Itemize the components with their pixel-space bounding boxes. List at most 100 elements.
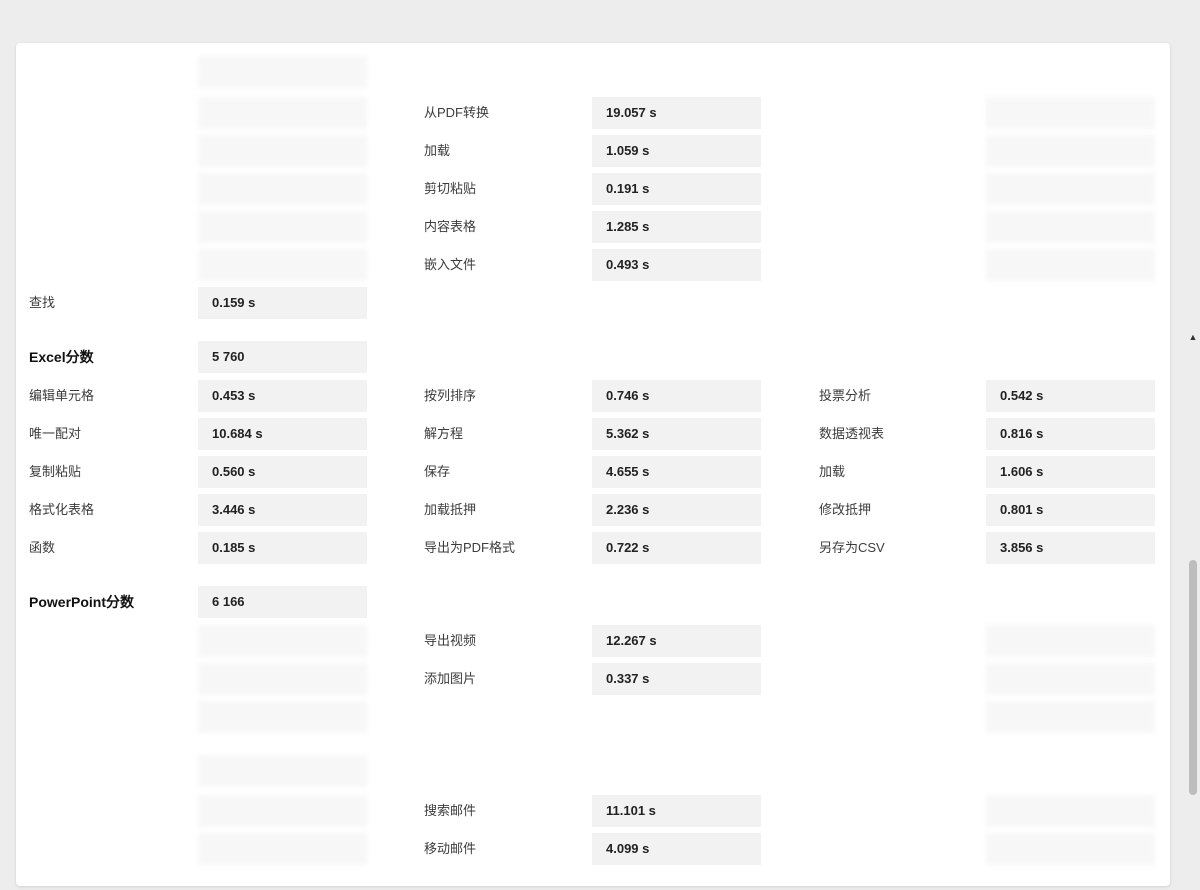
scroll-up-arrow-icon[interactable]: ▲ (1188, 330, 1198, 344)
metric-label: 唯一配对 (29, 426, 82, 441)
metric-value: 4.099 s (592, 833, 761, 865)
metric-label: 编辑单元格 (29, 388, 95, 403)
metric-value (198, 211, 367, 243)
metric-label: 数据透视表 (819, 426, 885, 441)
metric-value (198, 97, 367, 129)
metric-value: 0.801 s (986, 494, 1155, 526)
metric-label: 修改抵押 (819, 502, 872, 517)
metric-value: 0.542 s (986, 380, 1155, 412)
powerpoint-score-title: PowerPoint分数 (29, 594, 135, 610)
metric-label: 解方程 (424, 426, 464, 441)
metric-label (806, 795, 984, 827)
metric-label (16, 625, 194, 657)
metric-label: 导出为PDF格式 (424, 540, 516, 555)
metric-label (806, 97, 984, 129)
metric-label (16, 249, 194, 281)
metric-label: 嵌入文件 (424, 257, 477, 272)
metric-value (986, 625, 1155, 657)
metric-value: 0.191 s (592, 173, 761, 205)
metric-label (16, 833, 194, 865)
metric-value (986, 173, 1155, 205)
metric-label: 内容表格 (424, 219, 477, 234)
metric-value: 4.655 s (592, 456, 761, 488)
metric-value: 1.606 s (986, 456, 1155, 488)
metric-value (198, 135, 367, 167)
metric-label: 导出视频 (424, 633, 477, 648)
scrollbar-thumb[interactable] (1189, 560, 1197, 795)
metric-label: 从PDF转换 (424, 105, 490, 120)
metric-value: 10.684 s (198, 418, 367, 450)
metric-value (986, 97, 1155, 129)
metric-label: 投票分析 (819, 388, 872, 403)
metric-label: 格式化表格 (29, 502, 95, 517)
metric-label: 加载抵押 (424, 502, 477, 517)
powerpoint-score-value: 6 166 (198, 586, 367, 618)
excel-score-title: Excel分数 (29, 349, 94, 365)
metric-value (198, 173, 367, 205)
metric-value (986, 795, 1155, 827)
metric-label (16, 663, 194, 695)
metric-label: 加载 (819, 464, 846, 479)
metric-value (986, 663, 1155, 695)
metric-label: 复制粘贴 (29, 464, 82, 479)
metric-value (198, 249, 367, 281)
metric-value: 0.816 s (986, 418, 1155, 450)
metric-label: 添加图片 (424, 671, 477, 686)
metric-label (16, 135, 194, 167)
metric-value (986, 135, 1155, 167)
outlook-score-value (198, 755, 367, 787)
metric-value (986, 701, 1155, 733)
metric-label: 另存为CSV (819, 540, 885, 555)
benchmark-results-card: 从PDF转换 19.057 s 加载 1.059 s 剪切粘贴 0.191 s 内容表格 1.… (16, 43, 1170, 886)
metric-value (986, 249, 1155, 281)
metric-label (806, 135, 984, 167)
metric-value (198, 833, 367, 865)
metric-value: 0.722 s (592, 532, 761, 564)
metric-label: 搜索邮件 (424, 803, 477, 818)
metric-value: 11.101 s (592, 795, 761, 827)
metric-value: 2.236 s (592, 494, 761, 526)
metric-value: 19.057 s (592, 97, 761, 129)
metric-value: 0.185 s (198, 532, 367, 564)
metric-label (16, 795, 194, 827)
metric-value (198, 795, 367, 827)
metric-label (16, 56, 194, 88)
metric-value (198, 625, 367, 657)
metric-value (198, 56, 367, 88)
metric-value: 0.746 s (592, 380, 761, 412)
metric-value: 0.337 s (592, 663, 761, 695)
metric-value: 0.159 s (198, 287, 367, 319)
metric-label: 查找 (29, 295, 56, 310)
metric-value (986, 833, 1155, 865)
metric-value: 0.453 s (198, 380, 367, 412)
metric-value: 3.856 s (986, 532, 1155, 564)
metric-value: 3.446 s (198, 494, 367, 526)
outlook-score-title (16, 755, 194, 787)
metric-value (198, 663, 367, 695)
metric-value: 1.285 s (592, 211, 761, 243)
metric-label (806, 625, 984, 657)
metric-label: 剪切粘贴 (424, 181, 477, 196)
metric-label: 移动邮件 (424, 841, 477, 856)
metric-value: 0.560 s (198, 456, 367, 488)
metric-label (806, 701, 984, 733)
metric-value: 1.059 s (592, 135, 761, 167)
metric-label: 加载 (424, 143, 451, 158)
metric-label (16, 211, 194, 243)
metric-label: 按列排序 (424, 388, 477, 403)
metric-value: 12.267 s (592, 625, 761, 657)
metric-value: 0.493 s (592, 249, 761, 281)
metric-label (806, 833, 984, 865)
metric-label (16, 173, 194, 205)
metric-label: 函数 (29, 540, 56, 555)
metric-value (198, 701, 367, 733)
metric-label (806, 249, 984, 281)
metric-value (986, 211, 1155, 243)
metric-label (16, 701, 194, 733)
excel-score-value: 5 760 (198, 341, 367, 373)
metric-value: 5.362 s (592, 418, 761, 450)
metric-label (806, 173, 984, 205)
metric-label (806, 663, 984, 695)
metric-label: 保存 (424, 464, 451, 479)
metric-label (16, 97, 194, 129)
